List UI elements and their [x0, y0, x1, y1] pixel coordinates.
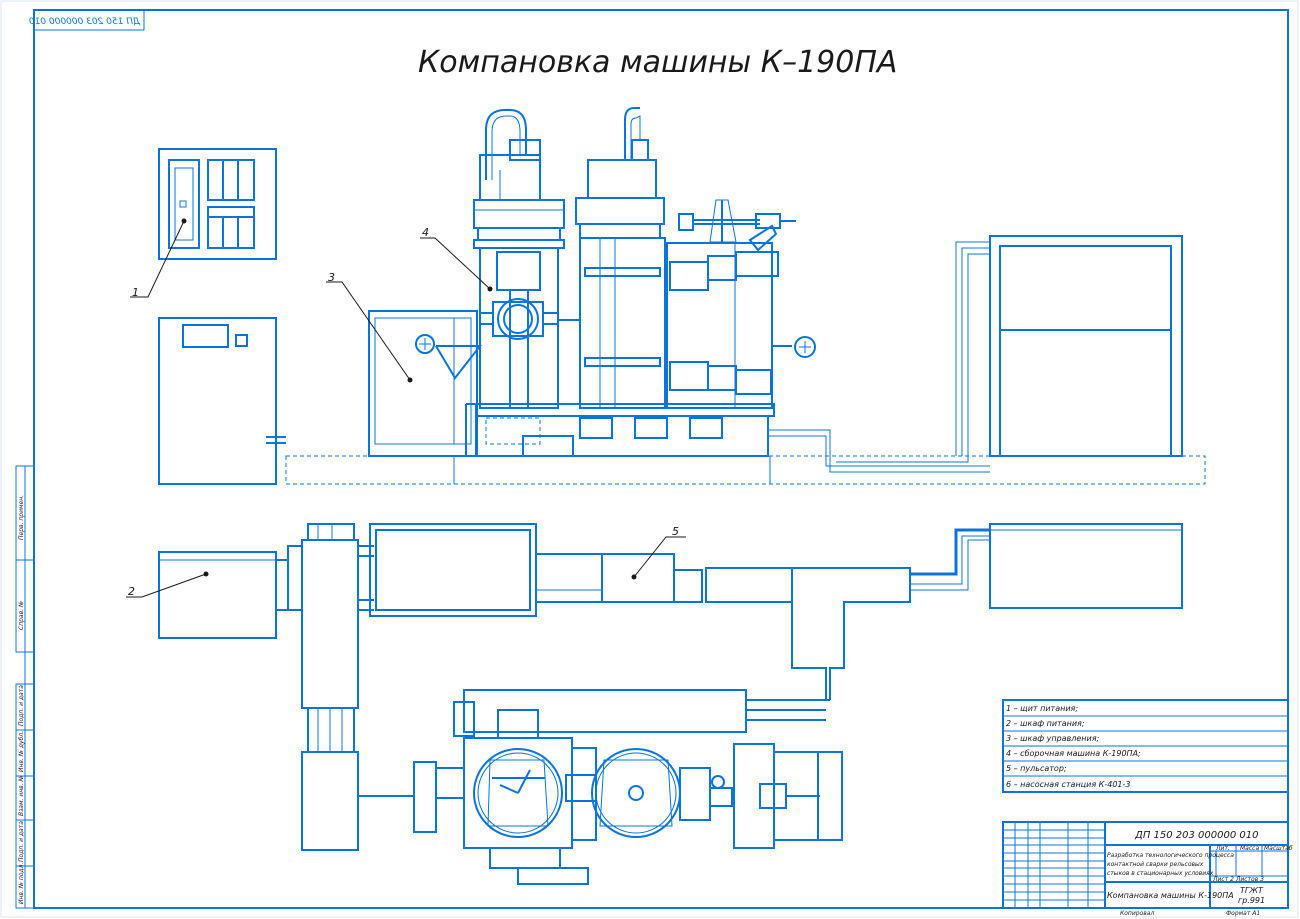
drawing-sheet: ДП 150 203 000000 010 Компановка машины … [0, 0, 1299, 918]
callout-1-label: 1 [132, 286, 139, 299]
drawing-title: Компановка машины К–190ПА [418, 45, 897, 80]
title-block-format: Формат А1 [1226, 910, 1260, 917]
legend-item-6: 6 – насосная станция К-401-3 [1006, 780, 1131, 789]
title-block-desc-1: Разработка технологического процесса [1107, 852, 1234, 859]
title-block-drawing-name: Компановка машины К-190ПА [1107, 891, 1234, 900]
title-block-code: ДП 150 203 000000 010 [1134, 830, 1258, 841]
title-block-org-1: ТГЖТ [1240, 886, 1264, 895]
legend-item-4: 4 – сборочная машина К-190ПА; [1006, 749, 1141, 758]
side-stamp-label-1: Справ. № [18, 601, 25, 630]
title-block-col-lit: Лит. [1215, 845, 1230, 852]
side-stamp-label-0: Перв. примен. [18, 495, 25, 540]
callout-5-label: 5 [672, 525, 679, 538]
legend-item-5: 5 – пульсатор; [1006, 764, 1067, 773]
legend-item-1: 1 – щит питания; [1006, 704, 1078, 713]
mirrored-code-text: ДП 150 203 000000 010 [29, 17, 141, 27]
side-stamp-label-5: Подп. и дата [18, 821, 25, 862]
title-block-copied: Копировал [1120, 910, 1154, 917]
title-block-sheet-info: Лист 2 Листов 3 [1212, 876, 1264, 883]
side-stamp-label-2: Подп. и дата [18, 685, 25, 726]
title-block-col-scale: Масштаб [1264, 845, 1293, 852]
legend-item-2: 2 – шкаф питания; [1006, 719, 1085, 728]
side-stamp-label-3: Инв. № дубл. [18, 731, 25, 772]
title-block-col-mass: Масса [1240, 845, 1259, 852]
title-block-desc-3: стыков в стационарных условиях [1107, 870, 1214, 877]
callout-2-label: 2 [128, 585, 135, 598]
callout-4-label: 4 [422, 226, 429, 239]
side-stamp-label-4: Взам. инв. № [18, 775, 25, 816]
title-block-org-2: гр.991 [1238, 896, 1265, 905]
callout-3-label: 3 [328, 271, 335, 284]
title-block-desc-2: контактной сварки рельсовых [1107, 861, 1204, 868]
legend-item-3: 3 – шкаф управления; [1006, 734, 1100, 743]
side-stamp-label-6: Инв. № подл. [18, 863, 25, 904]
